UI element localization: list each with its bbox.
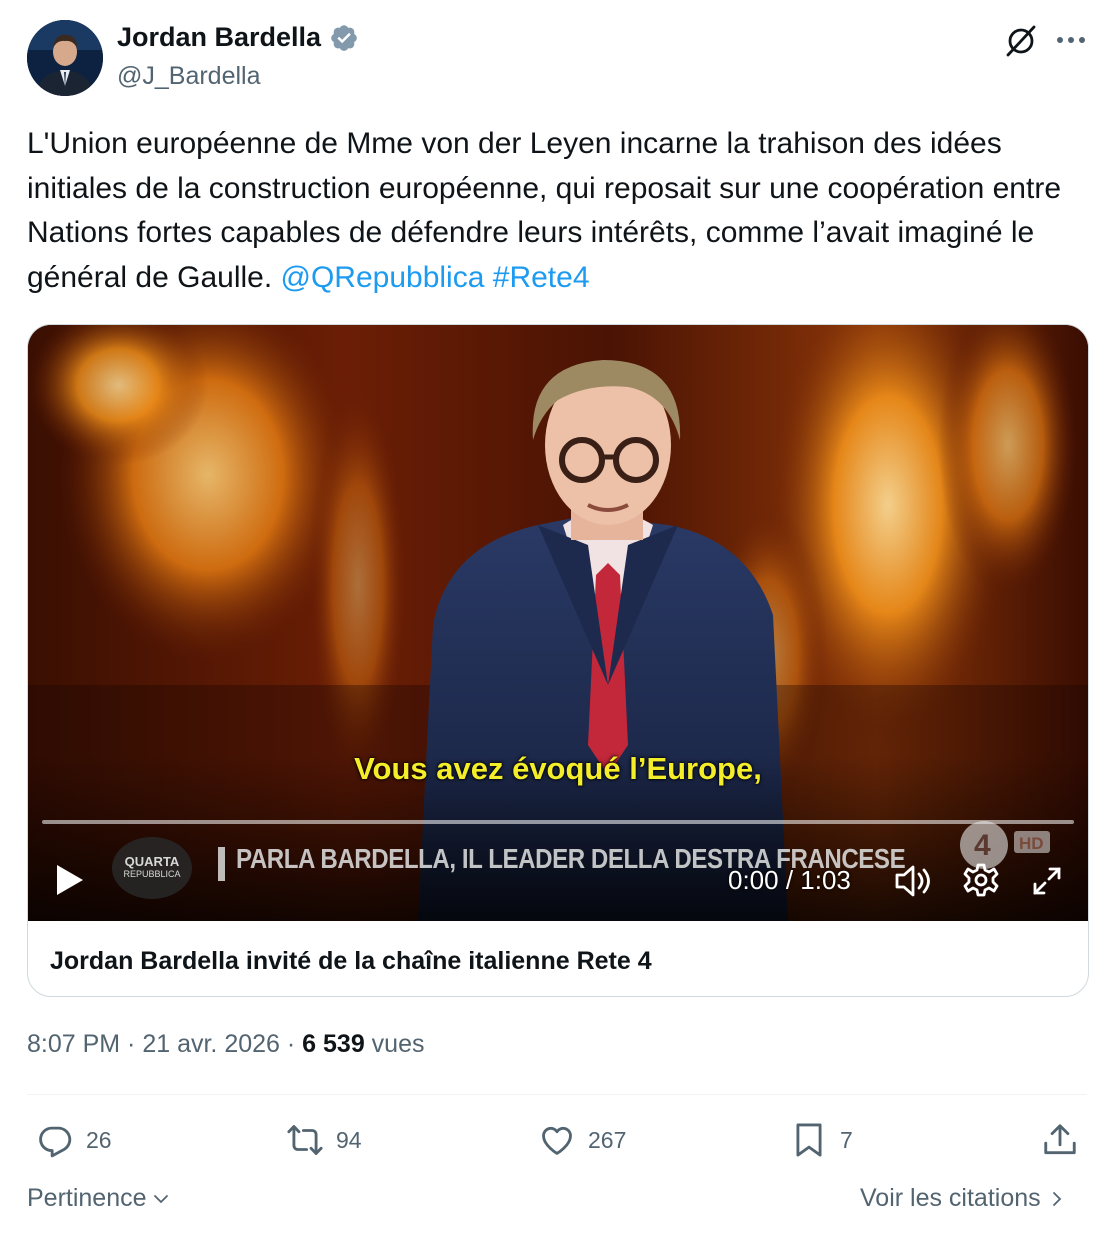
media-card[interactable]: Vous avez évoqué l’Europe, QUARTA REPUBB… — [27, 324, 1089, 997]
repost-count: 94 — [336, 1126, 362, 1153]
play-icon[interactable] — [54, 862, 86, 898]
tweet-text: L'Union européenne de Mme von der Leyen … — [27, 122, 1097, 300]
repost-icon — [287, 1125, 323, 1155]
divider — [27, 1094, 1087, 1095]
meta-separator: · — [120, 1030, 143, 1058]
tweet-date[interactable]: 21 avr. 2026 — [142, 1030, 280, 1058]
channel-logo-sub: REPUBBLICA — [123, 869, 181, 879]
sort-label: Pertinence — [27, 1184, 147, 1212]
views-label: vues — [364, 1030, 425, 1058]
chevron-right-icon — [1052, 1191, 1061, 1206]
channel-logo: QUARTA REPUBBLICA — [112, 837, 192, 899]
view-quotes-link[interactable]: Voir les citations — [860, 1184, 1065, 1213]
repost-button[interactable]: 94 — [286, 1121, 362, 1159]
channel-logo-main: QUARTA — [124, 854, 180, 869]
chevron-down-icon — [153, 1194, 168, 1203]
author-handle[interactable]: @J_Bardella — [117, 62, 261, 91]
video-frame — [28, 325, 1088, 921]
svg-text:4: 4 — [974, 829, 991, 862]
meta-separator: · — [279, 1030, 303, 1058]
verified-badge-icon — [331, 24, 357, 51]
mention-link[interactable]: @QRepubblica — [281, 261, 485, 294]
share-icon — [1044, 1124, 1076, 1155]
view-quotes-label: Voir les citations — [860, 1184, 1041, 1212]
heart-icon — [542, 1126, 572, 1155]
network-badge-text: HD — [1019, 834, 1044, 853]
like-button[interactable]: 267 — [538, 1121, 626, 1159]
media-caption[interactable]: Jordan Bardella invité de la chaîne ital… — [50, 947, 652, 976]
video-subtitle: Vous avez évoqué l’Europe, — [354, 751, 762, 786]
hashtag-link[interactable]: #Rete4 — [493, 261, 590, 294]
bookmark-count: 7 — [840, 1126, 853, 1153]
reply-count: 26 — [86, 1126, 112, 1153]
sort-dropdown[interactable]: Pertinence — [27, 1184, 171, 1213]
settings-gear-icon[interactable] — [963, 862, 999, 898]
video-progress-bar[interactable] — [42, 820, 1074, 824]
views-count: 6 539 — [302, 1030, 365, 1058]
video-time: 0:00 / 1:03 — [728, 865, 851, 895]
avatar[interactable] — [27, 20, 103, 96]
ticker-bar — [218, 847, 225, 881]
volume-muted-icon[interactable] — [893, 863, 933, 899]
tweet-meta: 8:07 PM · 21 avr. 2026 · 6 539 vues — [27, 1030, 425, 1059]
reply-button[interactable]: 26 — [36, 1121, 112, 1159]
author-name[interactable]: Jordan Bardella — [117, 22, 321, 53]
video-player[interactable]: Vous avez évoqué l’Europe, QUARTA REPUBB… — [28, 325, 1088, 921]
bookmark-icon — [796, 1123, 822, 1157]
share-button[interactable] — [1041, 1121, 1079, 1159]
tweet-time[interactable]: 8:07 PM — [27, 1030, 120, 1058]
like-count: 267 — [588, 1126, 627, 1153]
grok-icon[interactable] — [1003, 22, 1039, 58]
reply-icon — [39, 1126, 72, 1158]
fullscreen-icon[interactable] — [1031, 865, 1063, 897]
more-options-icon[interactable] — [1055, 34, 1087, 46]
bookmark-button[interactable]: 7 — [790, 1121, 853, 1159]
